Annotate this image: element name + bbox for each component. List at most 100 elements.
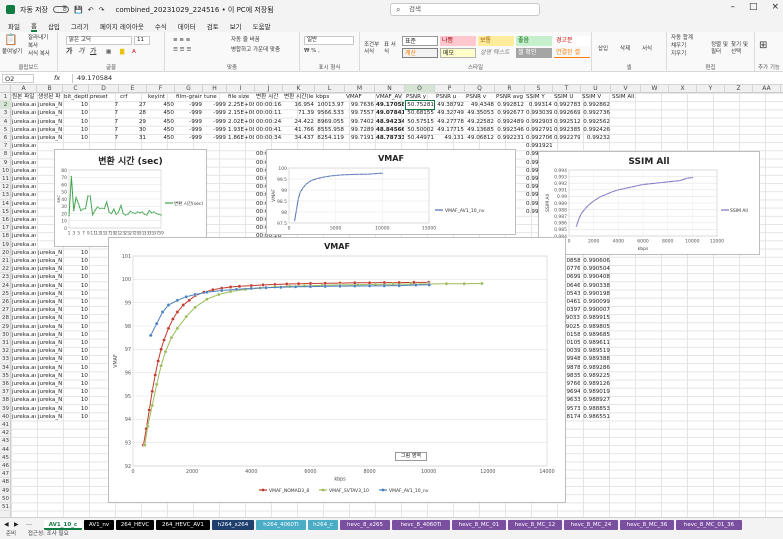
cell[interactable]: 0.992903 [526, 118, 552, 126]
cell[interactable]: jureka.avs [12, 126, 36, 134]
cell[interactable]: 0.992385 [554, 126, 580, 134]
save-icon[interactable]: 💾 [74, 6, 83, 14]
row-header[interactable]: 18 [0, 232, 11, 241]
cell[interactable]: jureka_NV [38, 282, 62, 290]
column-header-N[interactable]: N [375, 85, 405, 93]
column-header-P[interactable]: P [435, 85, 465, 93]
cell[interactable]: jureka_NV [38, 323, 62, 331]
column-header-L[interactable]: L [315, 85, 345, 93]
cell[interactable]: 10 [64, 405, 88, 413]
cell[interactable]: jureka_NV [38, 331, 62, 339]
cell[interactable]: film-grain [176, 93, 202, 101]
row-header[interactable]: 28 [0, 314, 11, 323]
cell[interactable]: jureka_NV [38, 314, 62, 322]
cell[interactable]: 10 [64, 249, 88, 257]
cell[interactable]: jureka.avs [12, 298, 36, 306]
cell[interactable]: 49.07841 [376, 109, 404, 117]
sheet-tab[interactable]: 264_HEVC [116, 520, 154, 530]
border-icon[interactable]: ▦ [106, 49, 111, 56]
cell[interactable]: 0.989019 [582, 388, 610, 396]
maximize-icon[interactable]: □ [749, 2, 758, 12]
style-normal[interactable]: 표준 [402, 36, 438, 46]
cell[interactable]: 450 [148, 118, 174, 126]
cell[interactable]: 0.992677 [496, 109, 524, 117]
cell[interactable]: 2.25E+08 [228, 101, 254, 109]
row-header[interactable]: 11 [0, 175, 11, 184]
cell[interactable]: jureka.avs [12, 323, 36, 331]
cell[interactable]: jureka_NV [38, 118, 62, 126]
cell[interactable]: 0.992231 [496, 134, 524, 142]
cell[interactable]: 99.7557 [346, 109, 374, 117]
format-cells-button[interactable]: 서식 [642, 46, 652, 53]
cell[interactable]: jureka.avs [12, 355, 36, 363]
sheet-tab[interactable]: hevc_8_x265 [340, 520, 390, 530]
cell[interactable]: -999 [176, 126, 202, 134]
row-header[interactable]: 50 [0, 495, 11, 503]
cell[interactable]: jureka.avs [12, 118, 36, 126]
cell[interactable]: 10 [64, 372, 88, 380]
column-header-E[interactable]: E [119, 85, 147, 93]
cell[interactable]: 49.27778 [436, 118, 464, 126]
cell[interactable]: 10 [64, 331, 88, 339]
cell[interactable]: 49.35053 [466, 109, 494, 117]
cell[interactable]: 49.38792 [436, 101, 464, 109]
cell[interactable]: 10 [64, 257, 88, 265]
underline-button[interactable]: 가 [90, 48, 96, 55]
style-explanatory[interactable]: 설명 텍스트 [478, 48, 514, 58]
cell[interactable]: 31 [120, 134, 146, 142]
cell[interactable]: jureka_NV [38, 413, 62, 421]
cell[interactable]: 10 [64, 101, 88, 109]
cell[interactable]: -999 [204, 109, 226, 117]
row-header[interactable]: 44 [0, 446, 11, 454]
cell[interactable]: -999 [176, 134, 202, 142]
cell[interactable]: jureka.avs [12, 380, 36, 388]
sheet-tab[interactable]: 264_HEVC_AV1 [156, 520, 210, 530]
cell[interactable]: jureka_NV [38, 101, 62, 109]
cell[interactable]: jureka_NV [38, 339, 62, 347]
cell[interactable]: jureka_NV [38, 355, 62, 363]
cell[interactable]: 99.7191 [346, 134, 374, 142]
cell[interactable]: 0.990007 [582, 306, 610, 314]
row-header[interactable]: 49 [0, 487, 11, 495]
cell[interactable]: jureka_NV [38, 290, 62, 298]
cell[interactable]: jureka.avs [12, 265, 36, 273]
cell[interactable]: 7 [90, 101, 118, 109]
cell[interactable]: jureka_NV [38, 109, 62, 117]
cell[interactable]: jureka.avs [12, 396, 36, 404]
insert-cells-button[interactable]: 삽입 [598, 46, 608, 53]
column-header-D[interactable]: D [89, 85, 119, 93]
cell[interactable]: 450 [148, 101, 174, 109]
row-header[interactable]: 8 [0, 150, 11, 159]
cell[interactable]: tune [204, 93, 226, 101]
cell[interactable]: 10 [64, 126, 88, 134]
row-header[interactable]: 51 [0, 503, 11, 512]
sheet-tab[interactable]: hevc_8_MC_01_36 [676, 520, 742, 530]
prev-sheet-icon[interactable]: ◀ [4, 521, 9, 528]
cell[interactable]: jureka_NV [38, 396, 62, 404]
cell[interactable]: jureka_NV [38, 298, 62, 306]
align-top-icon[interactable]: ≡ ≡ ≡ [173, 37, 190, 44]
cell[interactable]: 0.989611 [582, 339, 610, 347]
cell[interactable]: 00:00:24.18 [256, 118, 282, 126]
row-header[interactable]: 39 [0, 405, 11, 413]
column-header-Q[interactable]: Q [465, 85, 495, 93]
cell[interactable]: 0.989805 [582, 323, 610, 331]
currency-icon[interactable]: ₩ % , [304, 48, 320, 55]
cell[interactable]: 1.93E+08 [228, 126, 254, 134]
column-header-B[interactable]: B [37, 85, 63, 93]
row-header[interactable]: 9 [0, 159, 11, 167]
cell[interactable]: SSIM V [582, 93, 610, 101]
cell[interactable]: 10 [64, 314, 88, 322]
cell[interactable]: 49.06812 [466, 134, 494, 142]
cell[interactable]: 9566.533 [316, 109, 344, 117]
cell[interactable]: jureka.avs [12, 364, 36, 372]
chart-vmaf-comparison[interactable]: VMAF 92 93 94 95 96 97 98 99 100 101 0 2000 4000 6000… [108, 237, 566, 503]
cell[interactable]: 0.99314 [526, 101, 552, 109]
row-header[interactable]: 7 [0, 142, 11, 151]
style-calculation[interactable]: 계산 [402, 48, 438, 58]
cell[interactable]: VMAF [346, 93, 374, 101]
cell[interactable]: jureka.avs [12, 241, 36, 249]
cell[interactable]: 10 [64, 282, 88, 290]
cut-button[interactable]: 잘라내기 [28, 35, 48, 42]
row-header[interactable]: 25 [0, 290, 11, 298]
